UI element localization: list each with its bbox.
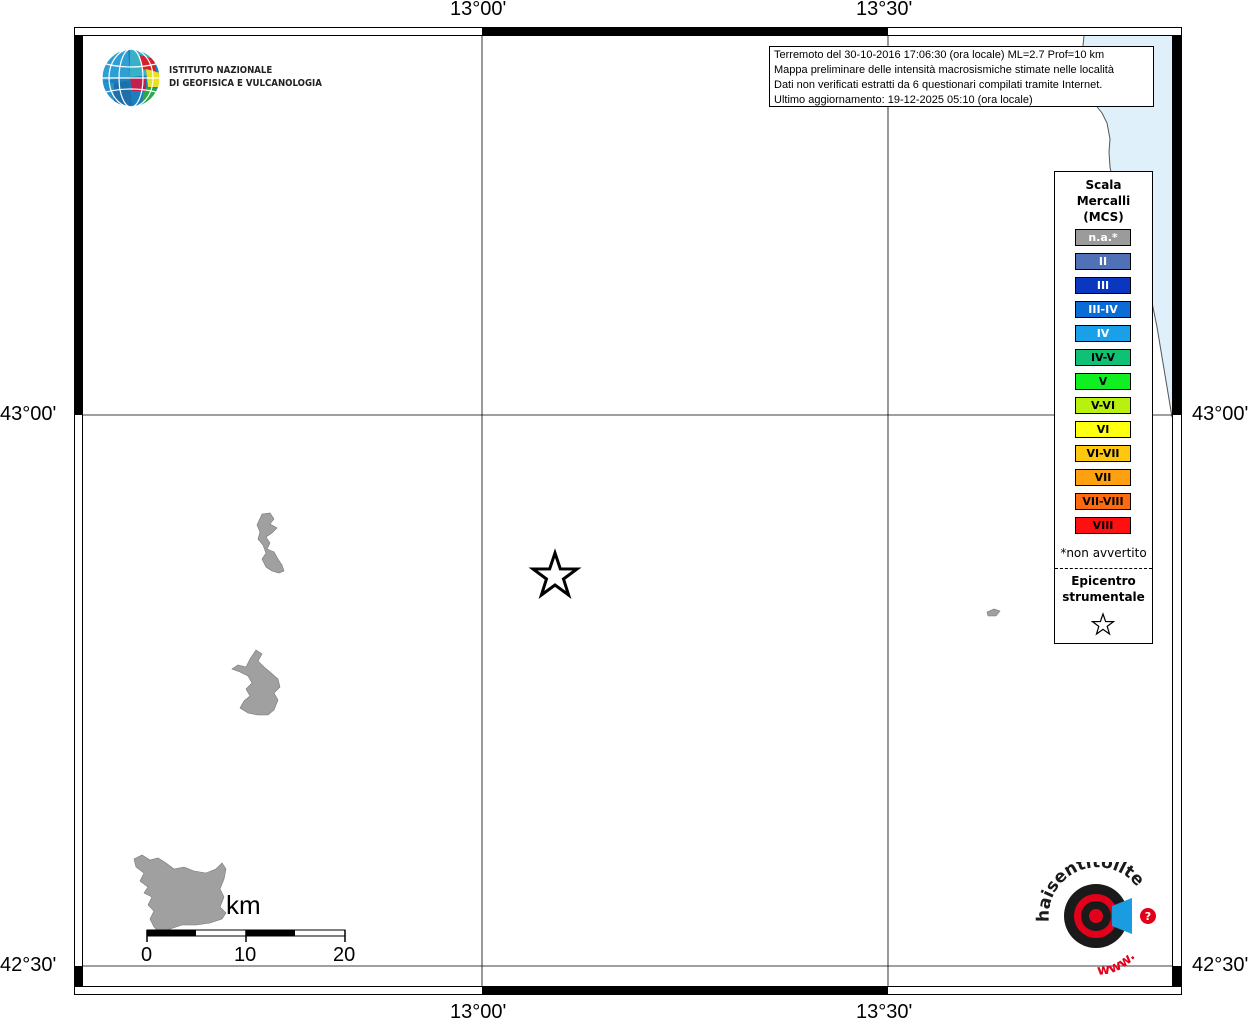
lake-polverina (231, 649, 281, 716)
lat-label-right-4300: 43°00' (1192, 403, 1249, 425)
legend-star-icon (1091, 612, 1115, 636)
earthquake-info-box: Terremoto del 30-10-2016 17:06:30 (ora l… (769, 46, 1154, 107)
lon-label-bottom-1300: 13°00' (450, 1001, 507, 1023)
scale-bar (146, 929, 346, 942)
frame-outer (74, 27, 1182, 995)
legend-epicenter-line2: strumentale (1062, 590, 1145, 604)
legend-swatch-vii: VII (1075, 469, 1131, 486)
lon-label-top-1330: 13°30' (856, 0, 913, 20)
map-canvas[interactable] (74, 27, 1182, 995)
lon-label-top-1300: 13°00' (450, 0, 507, 20)
lake-small-east (986, 608, 1001, 617)
legend-title-line3: (MCS) (1083, 210, 1124, 224)
ingv-name-line2: DI GEOFISICA E VULCANOLOGIA (169, 78, 322, 89)
svg-text:www.: www. (1096, 949, 1138, 978)
lat-label-left-4230: 42°30' (0, 954, 57, 976)
epicenter-star-icon[interactable] (528, 548, 582, 599)
legend-swatch-ii: II (1075, 253, 1131, 270)
legend-title-line2: Mercalli (1076, 194, 1131, 208)
legend-epicenter-line1: Epicentro (1071, 574, 1136, 588)
frame-bar-bottom (482, 987, 888, 995)
frame-bar-top (482, 27, 888, 35)
frame-bar-right-top (1172, 35, 1182, 415)
scale-label-0: 0 (141, 944, 153, 966)
legend-separator (1055, 568, 1152, 569)
scale-unit: km (226, 890, 261, 920)
lon-label-bottom-1330: 13°30' (856, 1001, 913, 1023)
info-line-event: Terremoto del 30-10-2016 17:06:30 (ora l… (774, 49, 1105, 61)
legend-swatch-v: V (1075, 373, 1131, 390)
lake-fiastra (256, 512, 285, 574)
info-line-updated: Ultimo aggiornamento: 19-12-2025 05:10 (… (774, 94, 1033, 106)
legend-swatch-v-vi: V-VI (1075, 397, 1131, 414)
lat-label-left-4300: 43°00' (0, 403, 57, 425)
frame-bar-right-bottom (1172, 966, 1182, 987)
legend-swatch-iii: III (1075, 277, 1131, 294)
legend-title-line1: Scala (1085, 178, 1122, 192)
legend-epicenter-label: Epicentro strumentale (1055, 573, 1152, 605)
legend-swatch-vi: VI (1075, 421, 1131, 438)
haisentito-logo-icon: ? haisentitoilterremoto.it www. (1032, 862, 1156, 978)
info-line-data: Dati non verificati estratti da 6 questi… (774, 79, 1103, 91)
legend-swatch-vii-viii: VII-VIII (1075, 493, 1131, 510)
legend-note: *non avvertito (1060, 546, 1147, 560)
legend-swatch-iii-iv: III-IV (1075, 301, 1131, 318)
legend-swatch-iv-v: IV-V (1075, 349, 1131, 366)
lat-label-right-4230: 42°30' (1192, 954, 1249, 976)
legend-swatch-n-a: n.a.* (1075, 229, 1131, 246)
legend-swatch-viii: VIII (1075, 517, 1131, 534)
ingv-logo-icon (101, 48, 161, 108)
ingv-name-line1: ISTITUTO NAZIONALE (169, 65, 273, 76)
legend-swatch-vi-vii: VI-VII (1075, 445, 1131, 462)
scale-label-10: 10 (234, 944, 257, 966)
info-line-map: Mappa preliminare delle intensità macros… (774, 64, 1114, 76)
scale-label-20: 20 (333, 944, 356, 966)
ingv-name: ISTITUTO NAZIONALE DI GEOFISICA E VULCAN… (169, 64, 322, 90)
frame-inner (82, 35, 1173, 987)
haisentito-www: www. (1096, 949, 1138, 978)
mcs-legend: Scala Mercalli (MCS) n.a.* II III III-IV IV I… (1054, 171, 1153, 644)
lake-campotosto (133, 854, 227, 934)
frame-bar-left-top (74, 35, 82, 415)
frame-bar-left-bottom (74, 966, 82, 987)
legend-title: Scala Mercalli (MCS) (1055, 177, 1152, 225)
svg-text:?: ? (1145, 910, 1151, 923)
legend-swatch-iv: IV (1075, 325, 1131, 342)
